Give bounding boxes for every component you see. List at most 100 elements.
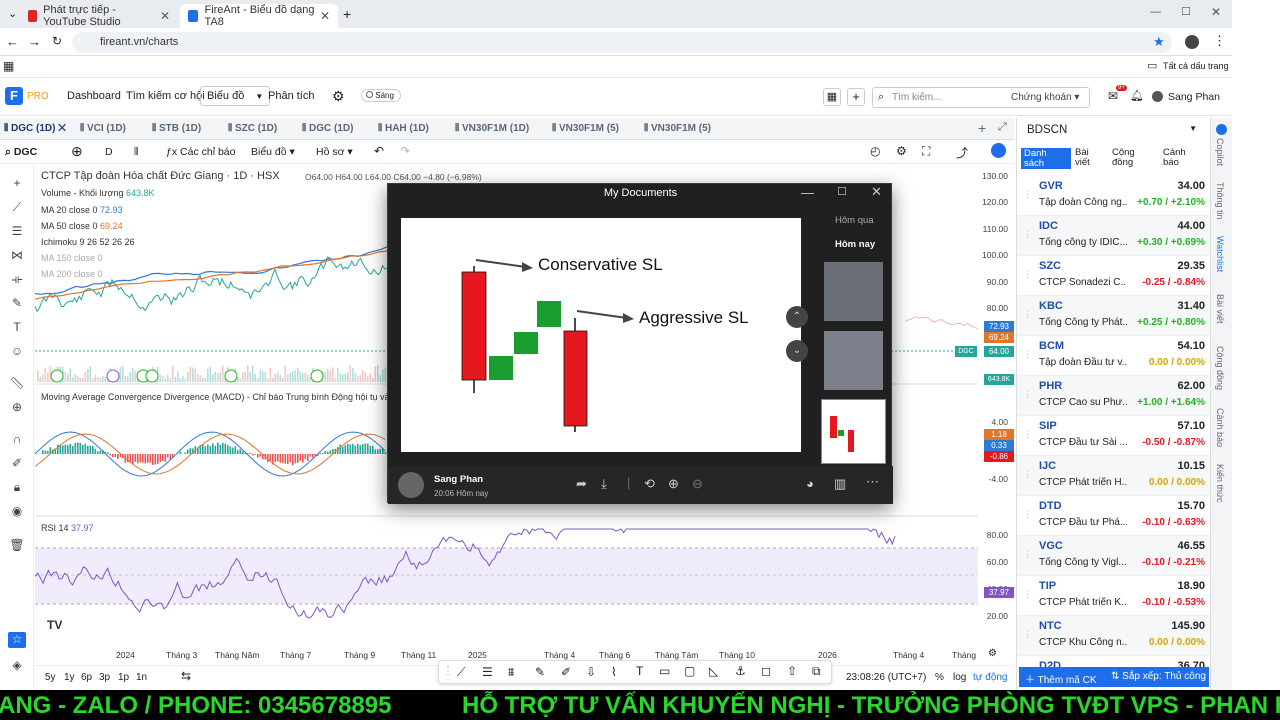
- price-axis[interactable]: 130.00 120.00 110.00 100.00 90.00 80.00 …: [978, 164, 1014, 660]
- tab-dgc-1d[interactable]: ⫴ DGC (1D) ✕: [4, 123, 66, 134]
- side-tab-info[interactable]: Thông tin: [1215, 182, 1225, 220]
- drag-handle-icon[interactable]: ⋮: [1023, 189, 1032, 200]
- nav-opportunity-search[interactable]: Tìm kiếm cơ hội: [126, 90, 205, 102]
- tab-list[interactable]: Danh sách: [1021, 148, 1071, 169]
- apps-grid-icon[interactable]: ▦: [3, 59, 14, 73]
- messages-icon[interactable]: ✉: [1108, 89, 1118, 103]
- note-icon[interactable]: ▢: [684, 664, 695, 678]
- copilot-icon[interactable]: [1216, 124, 1227, 135]
- all-bookmarks-link[interactable]: Tất cả dấu trang: [1163, 61, 1229, 71]
- close-tab-icon[interactable]: ✕: [320, 9, 330, 23]
- profile-dropdown[interactable]: Hồ sơ ▾: [316, 146, 353, 158]
- date-range-icon[interactable]: ⇆: [181, 669, 191, 683]
- layers-icon[interactable]: ◈: [9, 658, 25, 672]
- watchlist-row[interactable]: PHR CTCP Cao su Phư... 62.00 +1.00 / +1.64%…: [1017, 376, 1211, 416]
- drag-handle-icon[interactable]: ⋮: [1023, 469, 1032, 480]
- watchlist-row[interactable]: KBC Tổng Công ty Phát... 31.40 +0.25 / +0.8…: [1017, 296, 1211, 336]
- download-icon[interactable]: ⤓: [601, 476, 607, 492]
- side-tab-copilot[interactable]: Copilot: [1215, 138, 1225, 166]
- fullscreen-icon[interactable]: ⛶: [922, 144, 930, 159]
- zigzag-icon[interactable]: ⌇: [611, 665, 617, 679]
- callout-icon[interactable]: ▭: [659, 664, 670, 678]
- tab-search-chevron-icon[interactable]: ⌄: [8, 7, 17, 20]
- drag-handle-icon[interactable]: ⋮: [1023, 389, 1032, 400]
- browser-menu-icon[interactable]: ⋮: [1213, 33, 1226, 49]
- side-tab-alerts[interactable]: Cảnh báo: [1215, 408, 1225, 447]
- watchlist-row[interactable]: IDC Tổng công ty IDIC... 44.00 +0.30 / +0.6…: [1017, 216, 1211, 256]
- brand-c-icon[interactable]: [991, 143, 1006, 158]
- compare-symbol-icon[interactable]: ⊕: [71, 143, 83, 160]
- brush-icon[interactable]: ✎: [9, 296, 25, 310]
- hlines-icon[interactable]: ☰: [482, 665, 493, 679]
- crosshair-icon[interactable]: +: [9, 176, 25, 190]
- watchlist-row[interactable]: TIP CTCP Phát triển K... 18.90 -0.10 / -0.5…: [1017, 576, 1211, 616]
- drag-handle-icon[interactable]: ⋮: [1023, 229, 1032, 240]
- tab-vn30f1m-5-2[interactable]: ⫴ VN30F1M (5): [644, 123, 711, 134]
- watchlist-row[interactable]: VGC Tổng Công ty Vigl... 46.55 -0.10 / -0.2…: [1017, 536, 1211, 576]
- tab-vn30f1m-1d[interactable]: ⫴ VN30F1M (1D): [455, 123, 529, 134]
- drag-handle-icon[interactable]: ⋮: [1023, 349, 1032, 360]
- add-chart-tab-icon[interactable]: +: [978, 120, 986, 136]
- viewer-minimize-icon[interactable]: —: [801, 185, 814, 200]
- nav-analysis[interactable]: Phân tích: [268, 90, 314, 102]
- profile-avatar[interactable]: [1185, 35, 1199, 49]
- theme-toggle[interactable]: Sáng: [361, 89, 401, 102]
- expand-icon[interactable]: ⤢: [998, 121, 1007, 134]
- scroll-up-button[interactable]: ⌃: [786, 306, 808, 328]
- ruler-icon[interactable]: 📏︎: [9, 376, 25, 390]
- redo-icon[interactable]: ↷: [400, 144, 410, 158]
- watchlist-row[interactable]: GVR Tập đoàn Công ng... 34.00 +0.70 / +2.10…: [1017, 176, 1211, 216]
- reload-icon[interactable]: ↻: [52, 34, 62, 48]
- forward-icon[interactable]: →: [28, 34, 41, 49]
- watchlist-selector[interactable]: BDSCN ▼: [1027, 124, 1203, 136]
- global-search[interactable]: ⌕ Tìm kiếm... Chứng khoán ▾: [872, 87, 1090, 108]
- alert-icon[interactable]: ◴: [870, 144, 880, 158]
- channel-icon[interactable]: ⩩: [508, 665, 514, 680]
- visibility-eye-icon[interactable]: ◉: [9, 504, 25, 518]
- rectangle-icon[interactable]: ◻: [761, 664, 771, 678]
- nav-dashboard[interactable]: Dashboard: [67, 90, 121, 102]
- url-field[interactable]: fireant.vn/charts: [72, 32, 1172, 53]
- drag-handle-icon[interactable]: ⋮: [1023, 509, 1032, 520]
- drag-handle-icon[interactable]: ⋮: [443, 666, 453, 677]
- drag-handle-icon[interactable]: ⋮: [1023, 429, 1032, 440]
- timeframe-6p[interactable]: 6p: [81, 672, 92, 683]
- tab-vn30f1m-5[interactable]: ⫴ VN30F1M (5): [552, 123, 619, 134]
- user-name[interactable]: Sang Phan: [1168, 91, 1220, 103]
- interval-button[interactable]: D: [105, 146, 113, 158]
- maximize-window-icon[interactable]: ☐: [1181, 5, 1191, 18]
- candle-style-icon[interactable]: ⫴: [134, 146, 138, 159]
- watchlist-row[interactable]: DTD CTCP Đầu tư Phá... 15.70 -0.10 / -0.63%…: [1017, 496, 1211, 536]
- brush-icon[interactable]: ✎: [535, 665, 545, 679]
- undo-icon[interactable]: ↶: [374, 144, 384, 158]
- viewer-image[interactable]: Conservative SL Aggressive SL: [401, 218, 801, 452]
- bell-icon[interactable]: 🔔︎: [1130, 89, 1144, 102]
- copy-icon[interactable]: ⧉: [812, 664, 821, 679]
- drag-handle-icon[interactable]: ⋮: [1023, 589, 1032, 600]
- triangle-icon[interactable]: ◺: [709, 664, 718, 678]
- add-layout-icon[interactable]: +: [847, 88, 865, 106]
- watchlist-row[interactable]: BCM Tập đoàn Đầu tư v... 54.10 0.00 / 0.00%…: [1017, 336, 1211, 376]
- lock-icon[interactable]: 🔒︎: [9, 480, 25, 494]
- pattern-icon[interactable]: ⋈: [9, 248, 25, 262]
- watchlist-row[interactable]: SIP CTCP Đầu tư Sài ... 57.10 -0.50 / -0.87…: [1017, 416, 1211, 456]
- side-tab-posts[interactable]: Bài viết: [1215, 294, 1225, 324]
- event-marker-icon[interactable]: [310, 369, 324, 383]
- log-toggle[interactable]: log: [953, 672, 966, 683]
- browser-tab-youtube[interactable]: Phát trực tiếp - YouTube Studio ✕: [20, 4, 178, 28]
- text-icon[interactable]: T: [636, 664, 643, 678]
- magnet-icon[interactable]: ∩: [9, 432, 25, 446]
- fireant-logo[interactable]: F: [5, 87, 23, 105]
- event-marker-icon[interactable]: [106, 369, 120, 383]
- tab-szc-1d[interactable]: ⫴ SZC (1D): [228, 123, 277, 134]
- timeframe-5y[interactable]: 5y: [45, 672, 56, 683]
- timeframe-1p[interactable]: 1p: [118, 672, 129, 683]
- drag-handle-icon[interactable]: ⋮: [1023, 309, 1032, 320]
- tab-alerts[interactable]: Cảnh báo: [1163, 148, 1199, 168]
- tab-vci-1d[interactable]: ⫴ VCI (1D): [80, 123, 126, 134]
- axis-settings-icon[interactable]: ⚙: [988, 648, 997, 659]
- anchor-icon[interactable]: ⚓︎: [735, 664, 746, 678]
- search-input[interactable]: Tìm kiếm...: [892, 92, 941, 103]
- scroll-down-button[interactable]: ⌄: [786, 340, 808, 362]
- favorite-star-icon[interactable]: ☆: [8, 632, 26, 648]
